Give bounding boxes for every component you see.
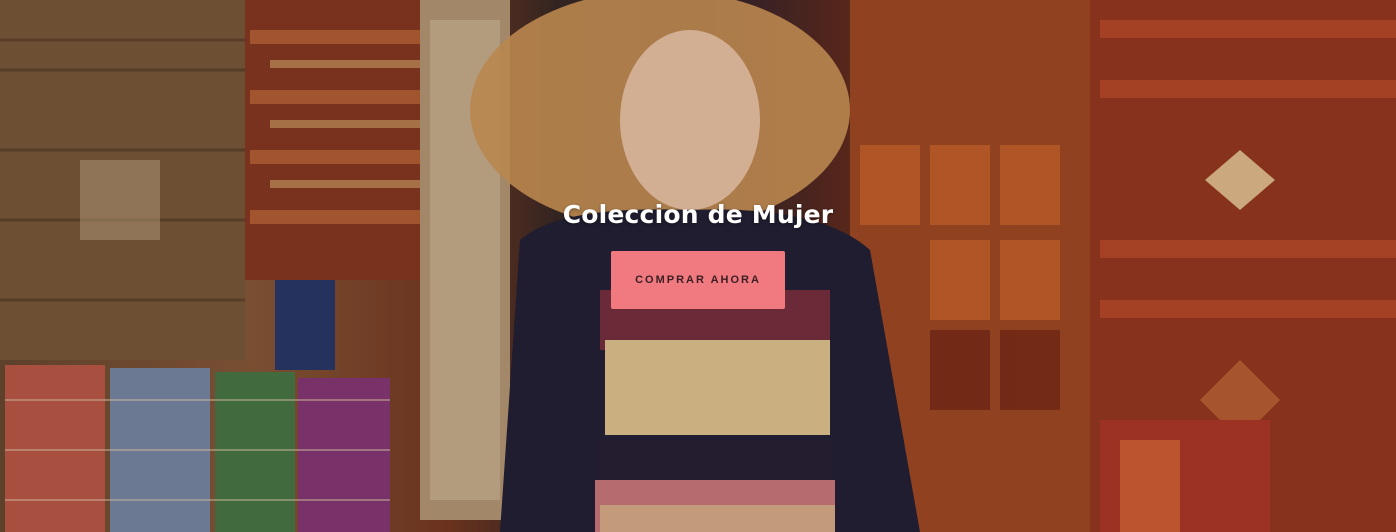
hero-banner: Coleccion de Mujer COMPRAR AHORA: [0, 0, 1396, 532]
hero-title: Coleccion de Mujer: [562, 200, 834, 229]
shop-now-button[interactable]: COMPRAR AHORA: [611, 251, 785, 309]
hero-overlay: Coleccion de Mujer COMPRAR AHORA: [0, 0, 1396, 532]
